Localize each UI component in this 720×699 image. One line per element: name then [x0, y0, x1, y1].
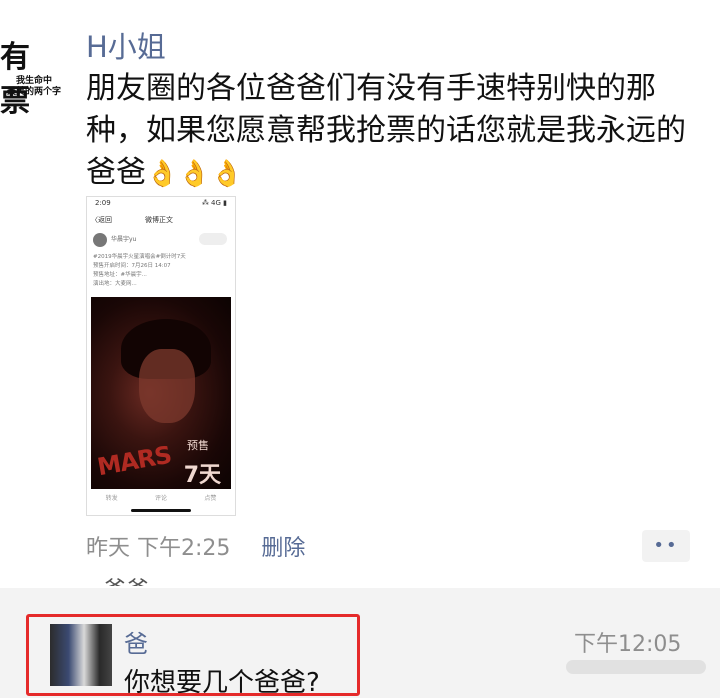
- image-body-line: 预售开启时间：7月26日 14:07: [93, 263, 171, 269]
- delete-link[interactable]: 删除: [261, 536, 305, 561]
- avatar-slogan-line1: 我生命中: [15, 76, 52, 86]
- post-timestamp: 昨天 下午2:25: [86, 536, 231, 561]
- post-meta-row: 昨天 下午2:25 删除: [86, 530, 305, 562]
- image-body-line: 演出地：大麦网...: [93, 281, 137, 287]
- image-status-icons: ⁂ 4G ▮: [201, 199, 227, 207]
- image-user-avatar: [93, 233, 107, 247]
- image-body-line: 预售地址：#华晨宇...: [93, 272, 147, 278]
- poster-presale-text: 预售: [187, 439, 209, 452]
- more-options-button[interactable]: ••: [642, 530, 690, 562]
- image-action-bar: 转发 评论 点赞: [87, 493, 235, 502]
- poster-avatar[interactable]: 有 票 我生命中 最美的两个字: [0, 20, 72, 119]
- concert-poster-photo: MARS 预售 7天: [91, 297, 231, 489]
- image-nav-title: 微博正文: [145, 216, 173, 224]
- comment-timestamp: 下午12:05: [574, 632, 682, 657]
- avatar-slogan: 我生命中 最美的两个字: [4, 76, 64, 98]
- poster-name[interactable]: H小姐: [86, 24, 166, 66]
- image-username: 华晨宇yu: [111, 236, 137, 243]
- poster-face-shape: [139, 349, 195, 423]
- ok-hand-emoji: 👌👌👌: [146, 159, 244, 189]
- poster-mars-text: MARS: [95, 440, 174, 482]
- image-comment-label: 评论: [154, 495, 167, 502]
- image-status-bar: 2:09 ⁂ 4G ▮: [95, 199, 227, 207]
- partial-comment: 爸爸 ...: [104, 572, 182, 586]
- image-like-label: 点赞: [204, 495, 217, 502]
- post-image[interactable]: 2:09 ⁂ 4G ▮ 〈返回 微博正文 华晨宇yu #2019华晨宇火星演唱会…: [86, 196, 236, 516]
- image-status-time: 2:09: [95, 199, 111, 207]
- image-home-indicator: [131, 509, 191, 512]
- image-follow-pill: [199, 233, 227, 245]
- image-body-line: #2019华晨宇火星演唱会#倒计时7天: [93, 254, 186, 260]
- red-highlight-box: [26, 614, 360, 696]
- image-nav-bar: 〈返回 微博正文: [87, 211, 235, 227]
- avatar-slogan-line2: 最美的两个字: [6, 87, 61, 97]
- image-back-label: 〈返回: [91, 216, 112, 224]
- image-body-text: #2019华晨宇火星演唱会#倒计时7天 预售开启时间：7月26日 14:07 预…: [93, 253, 225, 289]
- poster-countdown-text: 7天: [183, 463, 221, 488]
- post-text: 朋友圈的各位爸爸们有没有手速特别快的那种，如果您愿意帮我抢票的话您就是我永远的爸…: [86, 68, 698, 195]
- image-repost-label: 转发: [105, 495, 118, 502]
- blurred-area: [566, 660, 706, 674]
